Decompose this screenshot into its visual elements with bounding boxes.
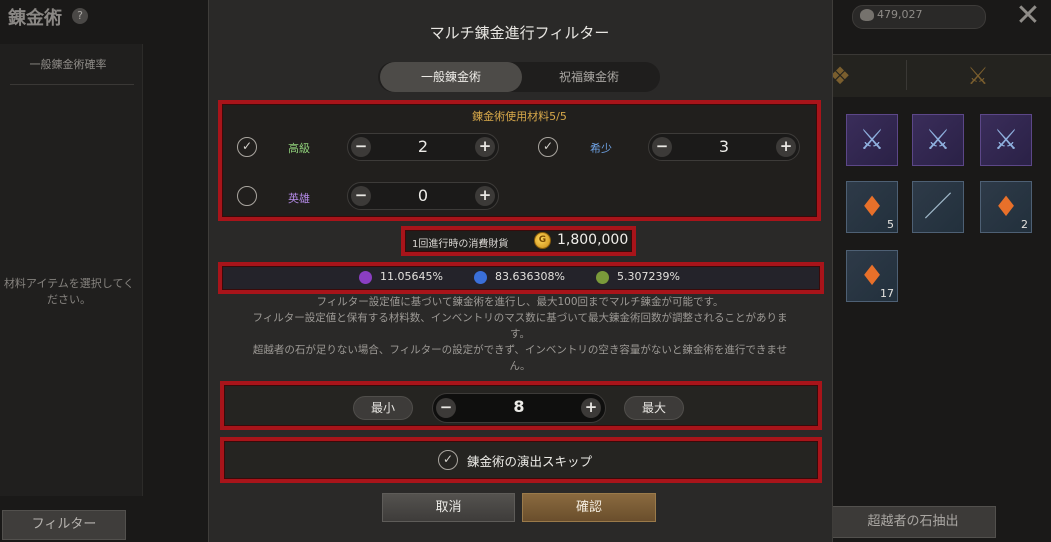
extract-stone-button[interactable]: 超越者の石抽出	[830, 506, 996, 538]
plus-button[interactable]: +	[581, 398, 601, 418]
inventory-item-rune[interactable]: ♦ 5	[846, 181, 898, 233]
info-text-line: す。	[510, 328, 530, 340]
probability-advanced: 5.307239%	[617, 270, 680, 283]
gold-pouch-icon	[860, 9, 874, 21]
grade-checkbox-rare[interactable]: ✓	[538, 137, 558, 157]
left-panel-hint: 材料アイテムを選択してください。	[3, 277, 135, 306]
minus-button[interactable]: −	[652, 137, 672, 157]
staff-icon: ／	[923, 190, 952, 223]
run-count-value: 8	[513, 397, 525, 416]
help-icon[interactable]: ?	[72, 8, 88, 24]
cancel-button[interactable]: 取消	[382, 493, 515, 522]
inventory-item-rune[interactable]: ♦ 2	[980, 181, 1032, 233]
cost-label: 1回進行時の消費財貨	[412, 239, 509, 250]
left-panel	[0, 44, 143, 496]
grade-checkbox-heroic[interactable]	[237, 186, 257, 206]
inventory-item-staff[interactable]: ／	[912, 181, 964, 233]
confirm-button[interactable]: 確認	[522, 493, 656, 522]
grade-label-advanced: 高級	[288, 142, 310, 155]
item-count: 5	[887, 218, 894, 231]
weapon-icon: ⚔	[925, 123, 951, 156]
info-text-line: フィルター設定値に基づいて錬金術を進行し、最大100回までマルチ錬金が可能です。	[316, 296, 724, 308]
probability-rare: 83.636308%	[495, 270, 565, 283]
screen-title: 錬金術	[8, 8, 62, 29]
minus-button[interactable]: −	[351, 137, 371, 157]
plus-button[interactable]: +	[475, 137, 495, 157]
inventory-item-weapon[interactable]: ⚔	[912, 114, 964, 166]
tab-general-alchemy[interactable]: 一般錬金術	[380, 62, 522, 92]
item-count: 17	[880, 287, 894, 300]
probability-heroic: 11.05645%	[380, 270, 443, 283]
inventory-item-weapon[interactable]: ⚔	[980, 114, 1032, 166]
rare-grade-orb-icon	[474, 271, 487, 284]
inventory-item-rune[interactable]: ♦ 17	[846, 250, 898, 302]
grade-label-rare: 希少	[590, 142, 612, 155]
plus-button[interactable]: +	[776, 137, 796, 157]
max-button[interactable]: 最大	[624, 396, 684, 420]
inventory-tab-bar	[832, 54, 1051, 97]
quantity-value: 0	[417, 186, 429, 205]
divider	[10, 84, 134, 85]
minus-button[interactable]: −	[351, 186, 371, 206]
quantity-value: 2	[417, 137, 429, 156]
min-button[interactable]: 最小	[353, 396, 413, 420]
weapon-icon: ⚔	[993, 123, 1019, 156]
divider	[906, 60, 907, 90]
inventory-item-weapon[interactable]: ⚔	[846, 114, 898, 166]
gold-coin-icon: G	[534, 232, 551, 249]
cost-value: 1,800,000	[557, 232, 629, 248]
materials-title: 錬金術使用材料5/5	[472, 110, 567, 123]
close-icon[interactable]: ✕	[1013, 1, 1043, 32]
grade-label-heroic: 英雄	[288, 192, 310, 205]
skip-animation-checkbox[interactable]: ✓	[438, 450, 458, 470]
plus-button[interactable]: +	[475, 186, 495, 206]
advanced-grade-orb-icon	[596, 271, 609, 284]
quantity-value: 3	[718, 137, 730, 156]
grade-checkbox-advanced[interactable]: ✓	[237, 137, 257, 157]
tab-blessed-alchemy[interactable]: 祝福錬金術	[518, 62, 660, 92]
minus-button[interactable]: −	[436, 398, 456, 418]
left-panel-title: 一般錬金術確率	[29, 58, 107, 71]
skip-animation-label[interactable]: 錬金術の演出スキップ	[467, 451, 592, 470]
filter-button[interactable]: フィルター	[2, 510, 126, 540]
weapon-icon: ⚔	[859, 123, 885, 156]
info-text-line: ん。	[509, 360, 531, 372]
info-text-line: 超越者の石が足りない場合、フィルターの設定ができず、インベントリの空き容量がない…	[252, 344, 788, 356]
inventory-tab-weapon-icon[interactable]: ⚔	[964, 62, 992, 90]
item-count: 2	[1021, 218, 1028, 231]
heroic-grade-orb-icon	[359, 271, 372, 284]
info-text-line: フィルター設定値と保有する材料数、インベントリのマス数に基づいて最大錬金術回数が…	[252, 312, 788, 324]
dialog-title: マルチ錬金進行フィルター	[429, 24, 610, 42]
gold-amount: 479,027	[877, 8, 923, 21]
